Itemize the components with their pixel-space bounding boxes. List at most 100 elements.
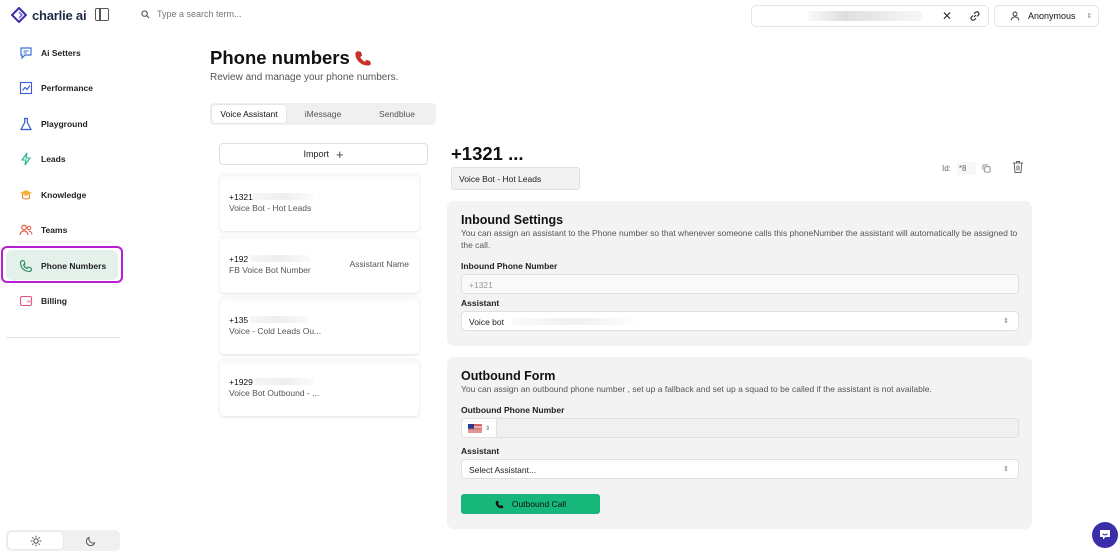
import-button[interactable]: Import + (219, 143, 428, 165)
outbound-assistant-label: Assistant (461, 446, 500, 456)
tab-voice-assistant[interactable]: Voice Assistant (212, 105, 286, 123)
user-icon (1010, 11, 1020, 21)
sidebar-item-label: Leads (41, 154, 66, 165)
search-input[interactable]: Type a search term... (157, 9, 242, 19)
redacted-digits (250, 316, 310, 323)
country-code-select[interactable]: ⇕ (461, 418, 497, 438)
sidebar-item-phone-numbers[interactable]: Phone Numbers (0, 246, 128, 284)
phone-emoji-icon (355, 51, 371, 66)
sidebar-item-leads[interactable]: Leads (0, 142, 128, 178)
outbound-form-panel: Outbound Form You can assign an outbound… (447, 357, 1032, 529)
sidebar-item-knowledge[interactable]: Knowledge (0, 177, 128, 213)
chevron-updown-icon: ⇕ (1003, 318, 1009, 325)
graduation-cap-icon (20, 189, 32, 200)
card-sheen (220, 359, 419, 365)
logo-icon (11, 7, 27, 23)
trash-icon[interactable] (1012, 160, 1024, 174)
logo[interactable]: charlie ai (11, 7, 87, 23)
card-sheen (220, 297, 419, 303)
assistant-name: Assistant Name (349, 259, 409, 269)
id-field: Id: *8 (942, 162, 991, 175)
inbound-phone-value: +1321 (469, 280, 493, 290)
search-bar[interactable]: Type a search term... (141, 9, 242, 19)
page-title: Phone numbers (210, 47, 372, 69)
inbound-phone-field[interactable]: +1321 (461, 274, 1019, 294)
copy-icon[interactable] (982, 164, 991, 173)
bolt-icon (20, 152, 32, 166)
us-flag-icon (467, 423, 482, 433)
id-label: Id: (942, 164, 951, 173)
sidebar-nav: Ai Setters Performance Playground Leads … (0, 35, 128, 319)
light-theme-button[interactable] (8, 532, 63, 549)
sidebar-item-billing[interactable]: Billing (0, 284, 128, 320)
outbound-title: Outbound Form (461, 369, 556, 383)
link-icon[interactable] (968, 9, 982, 23)
sun-icon (30, 535, 41, 546)
inbound-assistant-label: Assistant (461, 298, 500, 308)
sidebar-item-performance[interactable]: Performance (0, 71, 128, 107)
app-name: charlie ai (32, 7, 87, 23)
plus-icon: + (335, 146, 344, 162)
card-sheen (220, 236, 419, 242)
sidebar-toggle-icon[interactable] (95, 8, 109, 21)
moon-icon (85, 536, 95, 546)
search-icon (141, 9, 150, 18)
inbound-description: You can assign an assistant to the Phone… (461, 228, 1018, 250)
sidebar: charlie ai Ai Setters Performance Playgr… (0, 0, 128, 555)
sidebar-divider (6, 337, 120, 338)
sidebar-item-playground[interactable]: Playground (0, 106, 128, 142)
page-title-text: Phone numbers (210, 47, 350, 68)
redacted-digits (253, 193, 313, 200)
list-item[interactable]: +1929 Voice Bot Outbound - ... (220, 359, 419, 416)
outbound-assistant-select[interactable]: Select Assistant... ⇕ (461, 459, 1019, 479)
outbound-description: You can assign an outbound phone number … (461, 384, 932, 394)
import-label: Import (303, 149, 329, 159)
sidebar-item-ai-setters[interactable]: Ai Setters (0, 35, 128, 71)
flask-icon (20, 117, 32, 130)
sidebar-item-label: Ai Setters (41, 47, 81, 58)
sidebar-item-label: Playground (41, 118, 88, 129)
list-item[interactable]: +1321 Voice Bot - Hot Leads (220, 174, 419, 231)
number-name: Voice - Cold Leads Ou... (229, 326, 322, 336)
share-url-field[interactable]: ✕ (751, 5, 989, 27)
detail-name-field[interactable]: Voice Bot - Hot Leads (451, 167, 580, 190)
phone-icon (495, 500, 504, 508)
chevron-updown-icon: ⇕ (1003, 466, 1009, 473)
phone-number: +135 (229, 315, 249, 325)
redacted-digits (250, 255, 310, 262)
highlight-ring (1, 246, 123, 283)
inbound-assistant-select[interactable]: Voice bot ⇕ (461, 311, 1019, 331)
redacted-digits (254, 378, 314, 385)
chat-icon (20, 47, 32, 60)
inbound-settings-panel: Inbound Settings You can assign an assis… (447, 201, 1032, 346)
outbound-call-button[interactable]: Outbound Call (461, 494, 600, 514)
redacted-text (512, 318, 642, 325)
card-sheen (220, 174, 419, 180)
billing-icon (19, 296, 33, 307)
user-name: Anonymous (1028, 11, 1076, 21)
outbound-phone-label: Outbound Phone Number (461, 405, 565, 415)
inbound-assistant-value: Voice bot (469, 317, 504, 327)
user-menu-button[interactable]: Anonymous ⇕ (994, 5, 1099, 27)
detail-number: +1321 ... (451, 143, 524, 164)
outbound-phone-input[interactable] (497, 418, 1019, 438)
chat-bubble-icon (1100, 530, 1110, 540)
list-item[interactable]: +135 Voice - Cold Leads Ou... (220, 297, 419, 354)
tab-sendblue[interactable]: Sendblue (360, 105, 434, 123)
dark-theme-button[interactable] (63, 532, 118, 549)
sidebar-item-label: Performance (41, 83, 93, 94)
chevron-updown-icon: ⇕ (1086, 13, 1093, 20)
number-name: Voice Bot - Hot Leads (229, 203, 312, 213)
close-icon[interactable]: ✕ (942, 9, 952, 23)
phone-number: +1321 (229, 192, 253, 202)
sidebar-item-teams[interactable]: Teams (0, 213, 128, 249)
chevron-updown-icon: ⇕ (484, 425, 491, 432)
number-name: FB Voice Bot Number (229, 265, 311, 275)
page-subtitle: Review and manage your phone numbers. (210, 72, 399, 83)
users-icon (19, 224, 33, 236)
blurred-url (807, 11, 922, 21)
tab-imessage[interactable]: iMessage (286, 105, 360, 123)
support-chat-button[interactable] (1092, 522, 1118, 548)
chart-icon (19, 82, 33, 95)
list-item[interactable]: +192 FB Voice Bot Number Assistant Name (220, 236, 419, 293)
